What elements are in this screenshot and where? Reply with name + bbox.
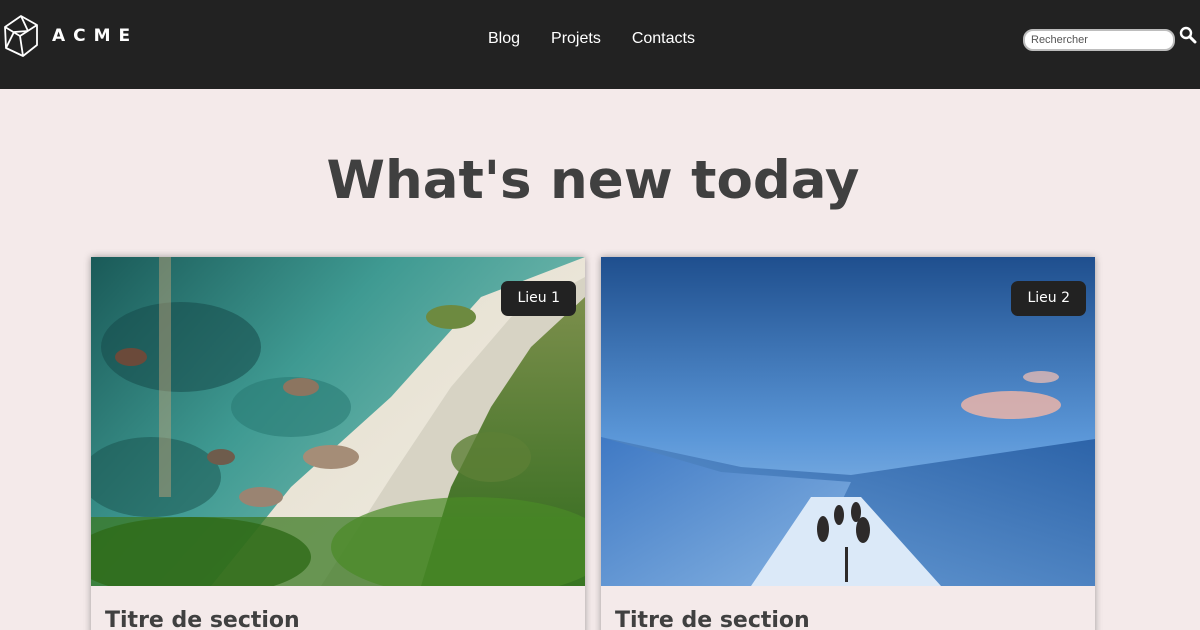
location-badge: Lieu 2 [1011,281,1086,316]
card-lieu-1[interactable]: Lieu 1 Titre de section [91,257,585,630]
acme-logo-icon [4,15,38,57]
location-badge: Lieu 1 [501,281,576,316]
brand-name: ACME [52,26,139,46]
search-button[interactable] [1179,26,1197,44]
card-title[interactable]: Titre de section [105,606,300,630]
search-icon [1179,26,1197,44]
card-title[interactable]: Titre de section [615,606,810,630]
nav-link-projets[interactable]: Projets [551,29,601,49]
search-input[interactable] [1023,29,1175,51]
nav-link-blog[interactable]: Blog [488,29,520,49]
top-navbar: ACME Blog Projets Contacts [0,0,1200,89]
brand-logo-link[interactable]: ACME [2,14,138,58]
nav-link-contacts[interactable]: Contacts [632,29,695,49]
main-nav: Blog Projets Contacts [488,29,726,49]
card-lieu-2[interactable]: Lieu 2 Titre de section [601,257,1095,630]
page-title: What's new today [326,150,860,211]
